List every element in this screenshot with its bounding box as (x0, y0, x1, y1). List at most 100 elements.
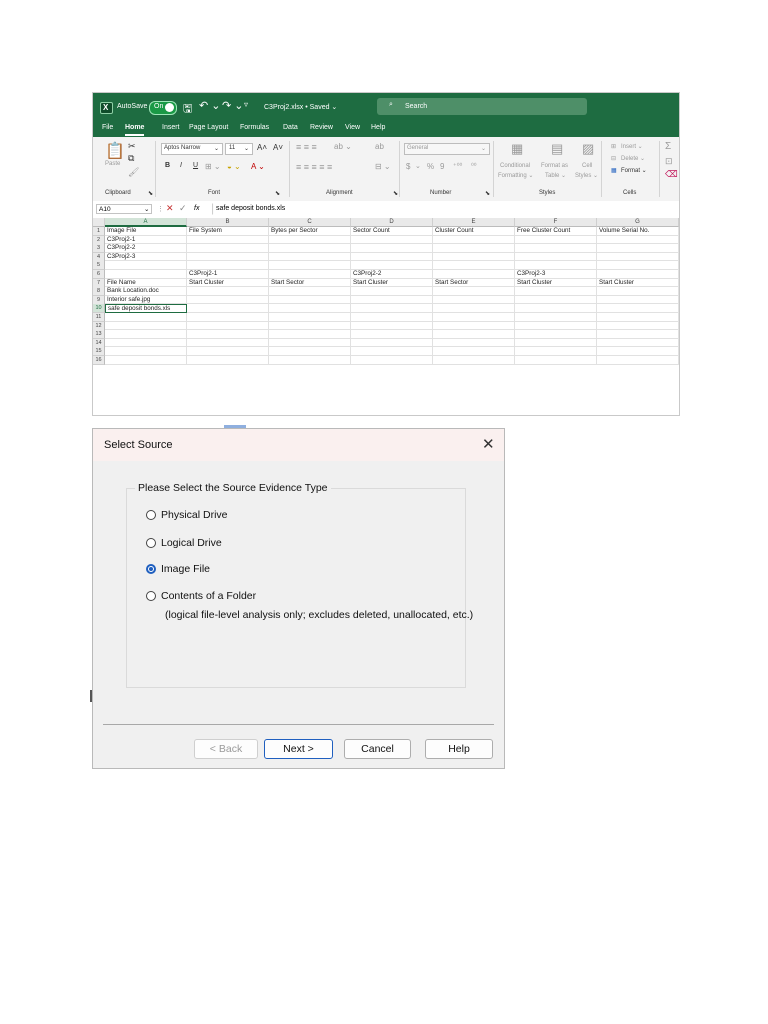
currency-button[interactable]: $ (406, 162, 410, 171)
table-cell[interactable] (597, 270, 679, 279)
format-as-table-icon[interactable]: ▤ (551, 141, 563, 157)
help-button[interactable]: Help (425, 739, 493, 759)
format-cells-icon[interactable]: ▦ (611, 167, 617, 174)
table-cell[interactable] (597, 235, 679, 245)
table-cell[interactable] (105, 313, 187, 322)
table-cell[interactable] (433, 244, 515, 253)
table-cell[interactable] (187, 321, 269, 331)
table-cell[interactable] (269, 321, 351, 331)
table-cell[interactable] (515, 244, 597, 253)
autosum-icon[interactable]: Σ (665, 141, 671, 152)
table-cell[interactable] (269, 330, 351, 339)
search-box[interactable]: ⌕ Search (377, 98, 587, 115)
radio-icon[interactable] (146, 591, 156, 601)
table-cell[interactable] (433, 270, 515, 279)
tab-home[interactable]: Home (125, 124, 145, 136)
table-cell[interactable] (433, 347, 515, 356)
paste-label[interactable]: Paste (105, 161, 120, 167)
table-cell[interactable] (597, 338, 679, 348)
fill-icon[interactable]: ⊡ (665, 156, 673, 167)
row-header[interactable]: 16 (93, 356, 105, 365)
table-cell[interactable]: Free Cluster Count (515, 227, 597, 236)
tab-formulas[interactable]: Formulas (240, 124, 269, 131)
table-cell[interactable] (515, 313, 597, 322)
table-cell[interactable] (269, 338, 351, 348)
table-cell[interactable]: Interior safe.jpg (105, 295, 187, 305)
table-cell[interactable]: Bytes per Sector (269, 227, 351, 236)
table-cell[interactable] (351, 252, 433, 262)
table-cell[interactable] (351, 295, 433, 305)
table-cell[interactable] (597, 304, 679, 313)
formula-content[interactable]: safe deposit bonds.xls (216, 205, 285, 212)
table-cell[interactable] (187, 313, 269, 322)
increase-decimal-icon[interactable]: ⁺⁰⁰ (453, 162, 462, 170)
clear-icon[interactable]: ⌫ (665, 169, 678, 180)
table-cell[interactable]: Cluster Count (433, 227, 515, 236)
table-cell[interactable] (433, 252, 515, 262)
table-cell[interactable] (433, 313, 515, 322)
table-cell[interactable] (351, 330, 433, 339)
borders-icon[interactable]: ⊞ ⌄ (205, 162, 221, 171)
table-cell[interactable] (187, 295, 269, 305)
table-cell[interactable] (351, 338, 433, 348)
column-header-d[interactable]: D (351, 218, 433, 227)
table-cell[interactable] (269, 347, 351, 356)
column-header-f[interactable]: F (515, 218, 597, 227)
table-cell[interactable]: C3Proj2-1 (105, 235, 187, 245)
table-cell[interactable] (269, 244, 351, 253)
save-icon[interactable]: 🖫 (183, 100, 192, 119)
table-cell[interactable] (597, 252, 679, 262)
table-cell[interactable] (433, 321, 515, 331)
table-cell[interactable] (105, 356, 187, 365)
table-cell[interactable] (187, 252, 269, 262)
table-cell[interactable] (269, 295, 351, 305)
table-cell[interactable] (351, 356, 433, 365)
shrink-font-icon[interactable]: A˅ (273, 143, 283, 152)
format-cells-label[interactable]: Format ⌄ (621, 167, 647, 174)
table-cell[interactable] (515, 304, 597, 313)
tab-file[interactable]: File (102, 124, 113, 131)
conditional-label[interactable]: Conditional (500, 163, 530, 169)
delete-cells-icon[interactable]: ⊟ (611, 155, 616, 162)
table-cell[interactable]: File Name (105, 278, 187, 288)
table-cell[interactable]: C3Proj2-2 (105, 244, 187, 253)
undo-icon[interactable]: ↶ ⌄ (199, 99, 221, 112)
tab-view[interactable]: View (345, 124, 360, 131)
table-cell[interactable] (187, 347, 269, 356)
table-cell[interactable] (187, 287, 269, 296)
table-cell[interactable] (269, 235, 351, 245)
table-cell[interactable] (105, 321, 187, 331)
table-cell[interactable] (269, 356, 351, 365)
currency-chevron-icon[interactable]: ⌄ (415, 162, 421, 170)
table-cell[interactable] (597, 244, 679, 253)
font-launcher-icon[interactable]: ⬊ (275, 190, 280, 197)
table-cell[interactable] (515, 287, 597, 296)
cancel-icon[interactable]: ✕ (166, 203, 174, 214)
table-cell[interactable] (597, 287, 679, 296)
decrease-decimal-icon[interactable]: ⁰⁰ (471, 162, 477, 170)
next-button[interactable]: Next > (264, 739, 333, 759)
copy-icon[interactable]: ⧉ (128, 153, 134, 164)
column-header-a[interactable]: A (105, 218, 187, 227)
grow-font-icon[interactable]: A˄ (257, 143, 267, 152)
percent-button[interactable]: % (427, 162, 434, 171)
table-cell[interactable] (597, 321, 679, 331)
insert-cells-label[interactable]: Insert ⌄ (621, 143, 643, 150)
table-cell[interactable] (433, 304, 515, 313)
font-color-icon[interactable]: A ⌄ (251, 162, 265, 171)
orientation-icon[interactable]: ab ⌄ (334, 142, 352, 151)
fill-color-icon[interactable]: ◒ ⌄ (227, 162, 241, 171)
table-cell[interactable]: Start Cluster (187, 278, 269, 288)
radio-icon[interactable] (146, 510, 156, 520)
table-cell[interactable] (351, 235, 433, 245)
table-cell[interactable] (351, 321, 433, 331)
table-cell[interactable] (269, 304, 351, 313)
table-cell[interactable]: Start Sector (433, 278, 515, 288)
number-launcher-icon[interactable]: ⬊ (485, 190, 490, 197)
table-cell[interactable] (597, 313, 679, 322)
table-cell[interactable] (187, 304, 269, 313)
wrap-text-icon[interactable]: ab (375, 142, 384, 151)
tab-insert[interactable]: Insert (162, 124, 180, 131)
cell-styles-icon[interactable]: ▨ (582, 141, 594, 157)
table-cell[interactable] (351, 287, 433, 296)
